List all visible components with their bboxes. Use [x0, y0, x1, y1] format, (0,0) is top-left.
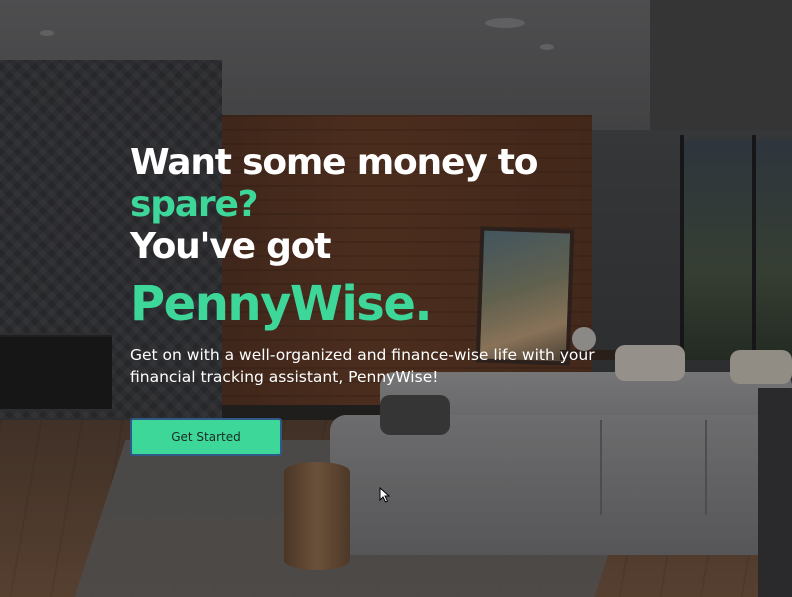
get-started-button[interactable]: Get Started [130, 418, 282, 456]
brand-name: PennyWise. [130, 276, 433, 332]
hero-headline: Want some money to spare? You've got [130, 142, 630, 268]
headline-line-3: You've got [130, 226, 331, 267]
hero-content: Want some money to spare? You've got Pen… [130, 142, 630, 456]
hero-section: Want some money to spare? You've got Pen… [0, 0, 792, 597]
headline-line-1: Want some money to [130, 142, 539, 183]
hero-description: Get on with a well-organized and finance… [130, 346, 595, 386]
mouse-pointer-icon [379, 487, 391, 503]
headline-line-2: spare? [130, 184, 259, 225]
